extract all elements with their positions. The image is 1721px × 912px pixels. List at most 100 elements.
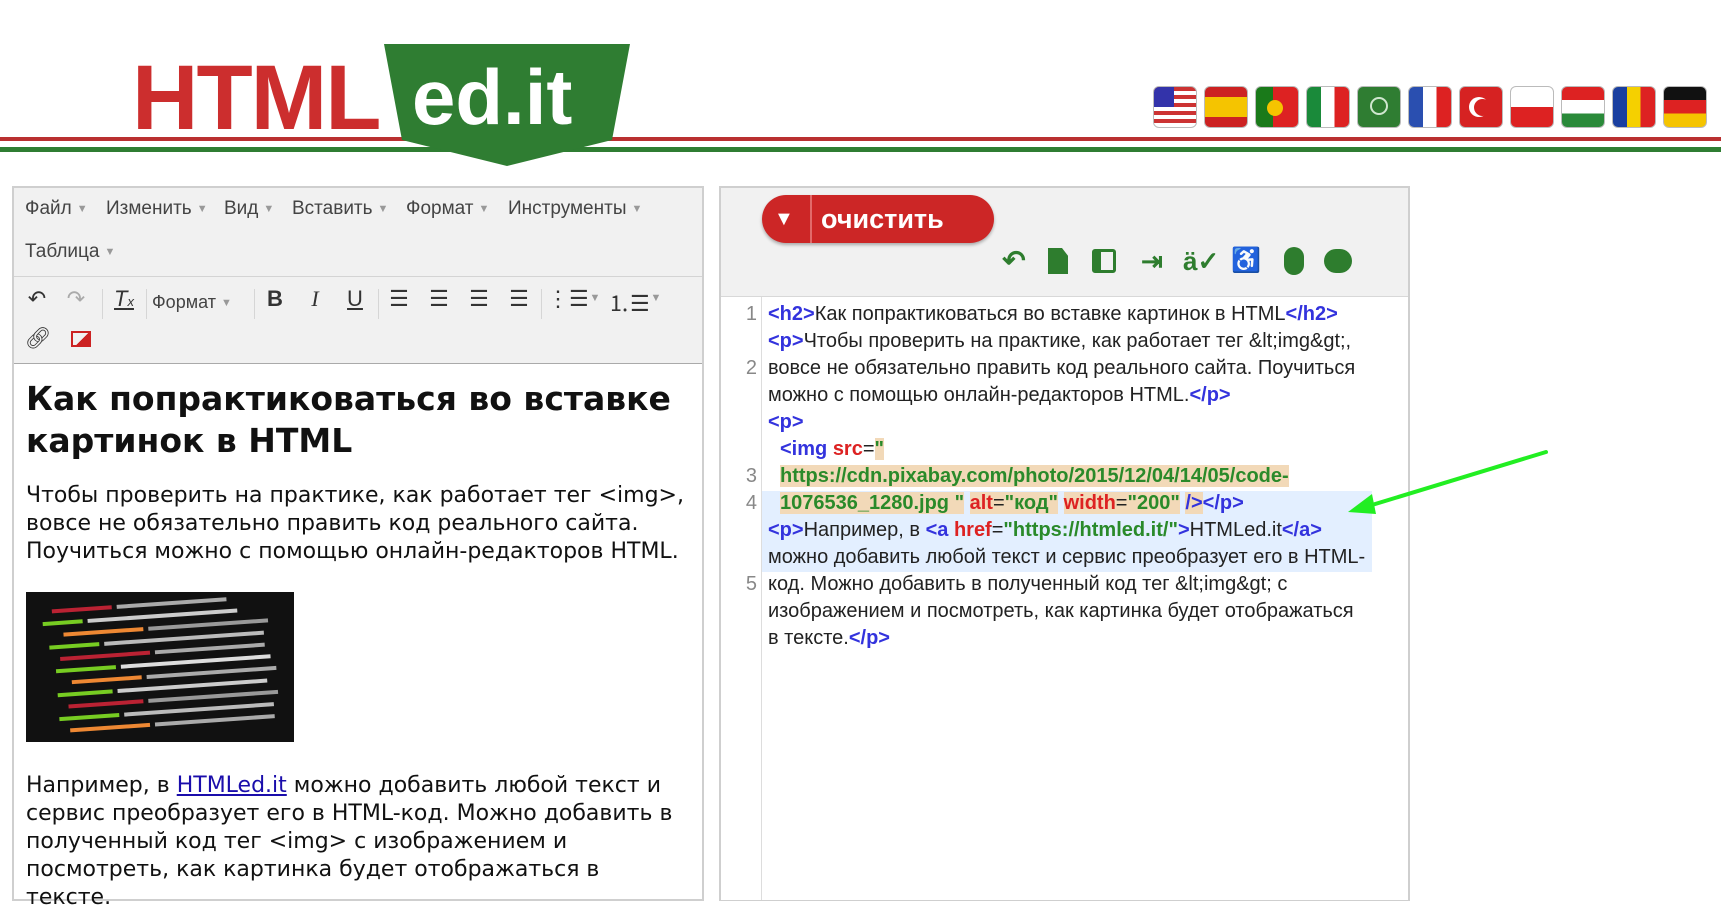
menu-label: Изменить: [106, 198, 192, 219]
caret-down-icon: ▼: [196, 203, 208, 215]
content-paragraph: Например, в HTMLed.it можно добавить люб…: [26, 772, 686, 912]
pl-flag-icon[interactable]: [1510, 86, 1554, 128]
de-flag-icon[interactable]: [1663, 86, 1707, 128]
editor-menubar: Файл ▼ Изменить ▼ Вид ▼ Вставить ▼ Формат ▼ И…: [14, 188, 702, 277]
code-tag: <img: [780, 438, 828, 460]
logo-html-text[interactable]: HTML: [132, 52, 381, 144]
tr-flag-icon[interactable]: [1459, 86, 1503, 128]
sa-flag-icon[interactable]: [1357, 86, 1401, 128]
code-line-5: <p>Например, в <a href="https://htmled.i…: [768, 519, 1366, 649]
italic-icon[interactable]: I: [300, 286, 330, 312]
line-number: 3: [745, 465, 757, 487]
line-number: 2: [745, 357, 757, 379]
code-string: "200": [1127, 492, 1180, 514]
line-number: 1: [745, 303, 757, 325]
code-tag: </h2>: [1285, 303, 1338, 325]
clear-button-label: очистить: [821, 204, 944, 234]
bold-icon[interactable]: B: [260, 286, 290, 312]
caret-down-icon: ▼: [478, 203, 490, 215]
code-tag: <p>: [768, 330, 804, 352]
code-string: "код": [1004, 492, 1059, 514]
underline-icon[interactable]: U: [340, 286, 370, 312]
paragraph-text: Например, в: [26, 773, 177, 798]
numbered-list-icon[interactable]: ⒈☰: [608, 286, 650, 318]
htmled-link[interactable]: HTMLed.it: [177, 773, 287, 798]
code-line-4: <img src=" https://cdn.pixabay.com/photo…: [780, 438, 1289, 514]
align-justify-icon[interactable]: ☰: [504, 286, 534, 312]
content-paragraph: Чтобы проверить на практике, как работае…: [26, 483, 684, 564]
bullet-list-icon[interactable]: ⋮☰: [547, 286, 589, 312]
wysiwyg-editor: Файл ▼ Изменить ▼ Вид ▼ Вставить ▼ Формат ▼ И…: [12, 186, 704, 910]
format-dropdown-label: Формат: [152, 292, 216, 312]
menu-label: Формат: [406, 198, 474, 219]
fr-flag-icon[interactable]: [1408, 86, 1452, 128]
es-flag-icon[interactable]: [1204, 86, 1248, 128]
pt-flag-icon[interactable]: [1255, 86, 1299, 128]
code-tag: </p>: [848, 627, 890, 649]
chat-icon[interactable]: [1321, 244, 1355, 278]
code-text: <h2>Как попрактиковаться во вставке карт…: [768, 301, 1368, 652]
spellcheck-icon[interactable]: ä✓: [1183, 244, 1219, 278]
caret-down-icon: ▼: [377, 203, 389, 215]
code-tag: </p>: [1202, 492, 1244, 514]
menu-insert[interactable]: Вставить ▼: [292, 198, 388, 220]
html-source-panel: ▼ очистить ↶ ⇥ ä✓ ♿ 1 2 3 4 5 <h2>Как по…: [719, 186, 1410, 901]
language-flags: [1153, 86, 1707, 128]
it-flag-icon[interactable]: [1306, 86, 1350, 128]
code-attr: width: [1063, 492, 1116, 514]
triangle-down-icon: ▼: [774, 208, 794, 230]
link-icon[interactable]: 🔗︎: [23, 327, 53, 351]
menu-file[interactable]: Файл ▼: [25, 198, 88, 220]
menu-tools[interactable]: Инструменты ▼: [508, 198, 642, 220]
clear-formatting-icon[interactable]: Tx: [109, 286, 139, 312]
code-editor[interactable]: 1 2 3 4 5 <h2>Как попрактиковаться во вс…: [721, 296, 1408, 900]
toolbar-separator: [146, 289, 147, 319]
code-tag: </p>: [1189, 384, 1231, 406]
indent-icon[interactable]: ⇥: [1135, 244, 1169, 278]
button-divider: [810, 195, 812, 243]
code-attr: href: [953, 519, 992, 541]
accessibility-icon[interactable]: ♿: [1229, 244, 1263, 278]
align-left-icon[interactable]: ☰: [384, 286, 414, 312]
code-attr: alt: [969, 492, 993, 514]
code-tag: <p>: [768, 519, 804, 541]
menu-table[interactable]: Таблица ▼: [25, 241, 115, 263]
hu-flag-icon[interactable]: [1561, 86, 1605, 128]
menu-label: Вставить: [292, 198, 373, 219]
undo-icon[interactable]: ↶: [22, 286, 52, 312]
mouse-icon[interactable]: [1277, 244, 1311, 278]
toolbar-separator: [541, 289, 542, 319]
editor-content[interactable]: Как попрактиковаться во вставке картинок…: [26, 364, 686, 912]
line-number: 5: [745, 573, 757, 595]
ro-flag-icon[interactable]: [1612, 86, 1656, 128]
editor-toolbar: ↶ ↷ Tx Формат ▼ B I U ☰ ☰ ☰ ☰ ⋮☰ ▼ ⒈☰ ▼ 🔗…: [14, 277, 702, 364]
code-tag: </a>: [1281, 519, 1322, 541]
preview-icon[interactable]: [1087, 244, 1121, 278]
menu-label: Файл: [25, 198, 72, 219]
code-attr: src: [832, 438, 863, 460]
code-string: "https://htmled.it/": [1003, 519, 1178, 541]
clear-button[interactable]: ▼ очистить: [762, 195, 994, 243]
caret-down-icon[interactable]: ▼: [641, 292, 671, 304]
us-flag-icon[interactable]: [1153, 86, 1197, 128]
format-dropdown[interactable]: Формат ▼: [152, 292, 232, 313]
caret-down-icon: ▼: [631, 203, 643, 215]
undo-icon[interactable]: ↶: [997, 244, 1031, 278]
image-icon[interactable]: [66, 329, 96, 349]
code-image: [26, 592, 294, 742]
align-right-icon[interactable]: ☰: [464, 286, 494, 312]
caret-down-icon[interactable]: ▼: [580, 292, 610, 304]
caret-down-icon: ▼: [104, 246, 116, 258]
code-tag: >: [1177, 519, 1190, 541]
new-document-icon[interactable]: [1041, 244, 1075, 278]
code-text-node: Чтобы проверить на практике, как работае…: [768, 330, 1356, 406]
code-line-3: <p>: [768, 409, 1368, 436]
redo-icon[interactable]: ↷: [61, 286, 91, 312]
menu-format[interactable]: Формат ▼: [406, 198, 489, 220]
code-tag: />: [1185, 492, 1203, 514]
menu-edit[interactable]: Изменить ▼: [106, 198, 208, 220]
align-center-icon[interactable]: ☰: [424, 286, 454, 312]
menu-view[interactable]: Вид ▼: [224, 198, 274, 220]
toolbar-separator: [254, 289, 255, 319]
logo-edit-text[interactable]: ed.it: [412, 58, 572, 136]
